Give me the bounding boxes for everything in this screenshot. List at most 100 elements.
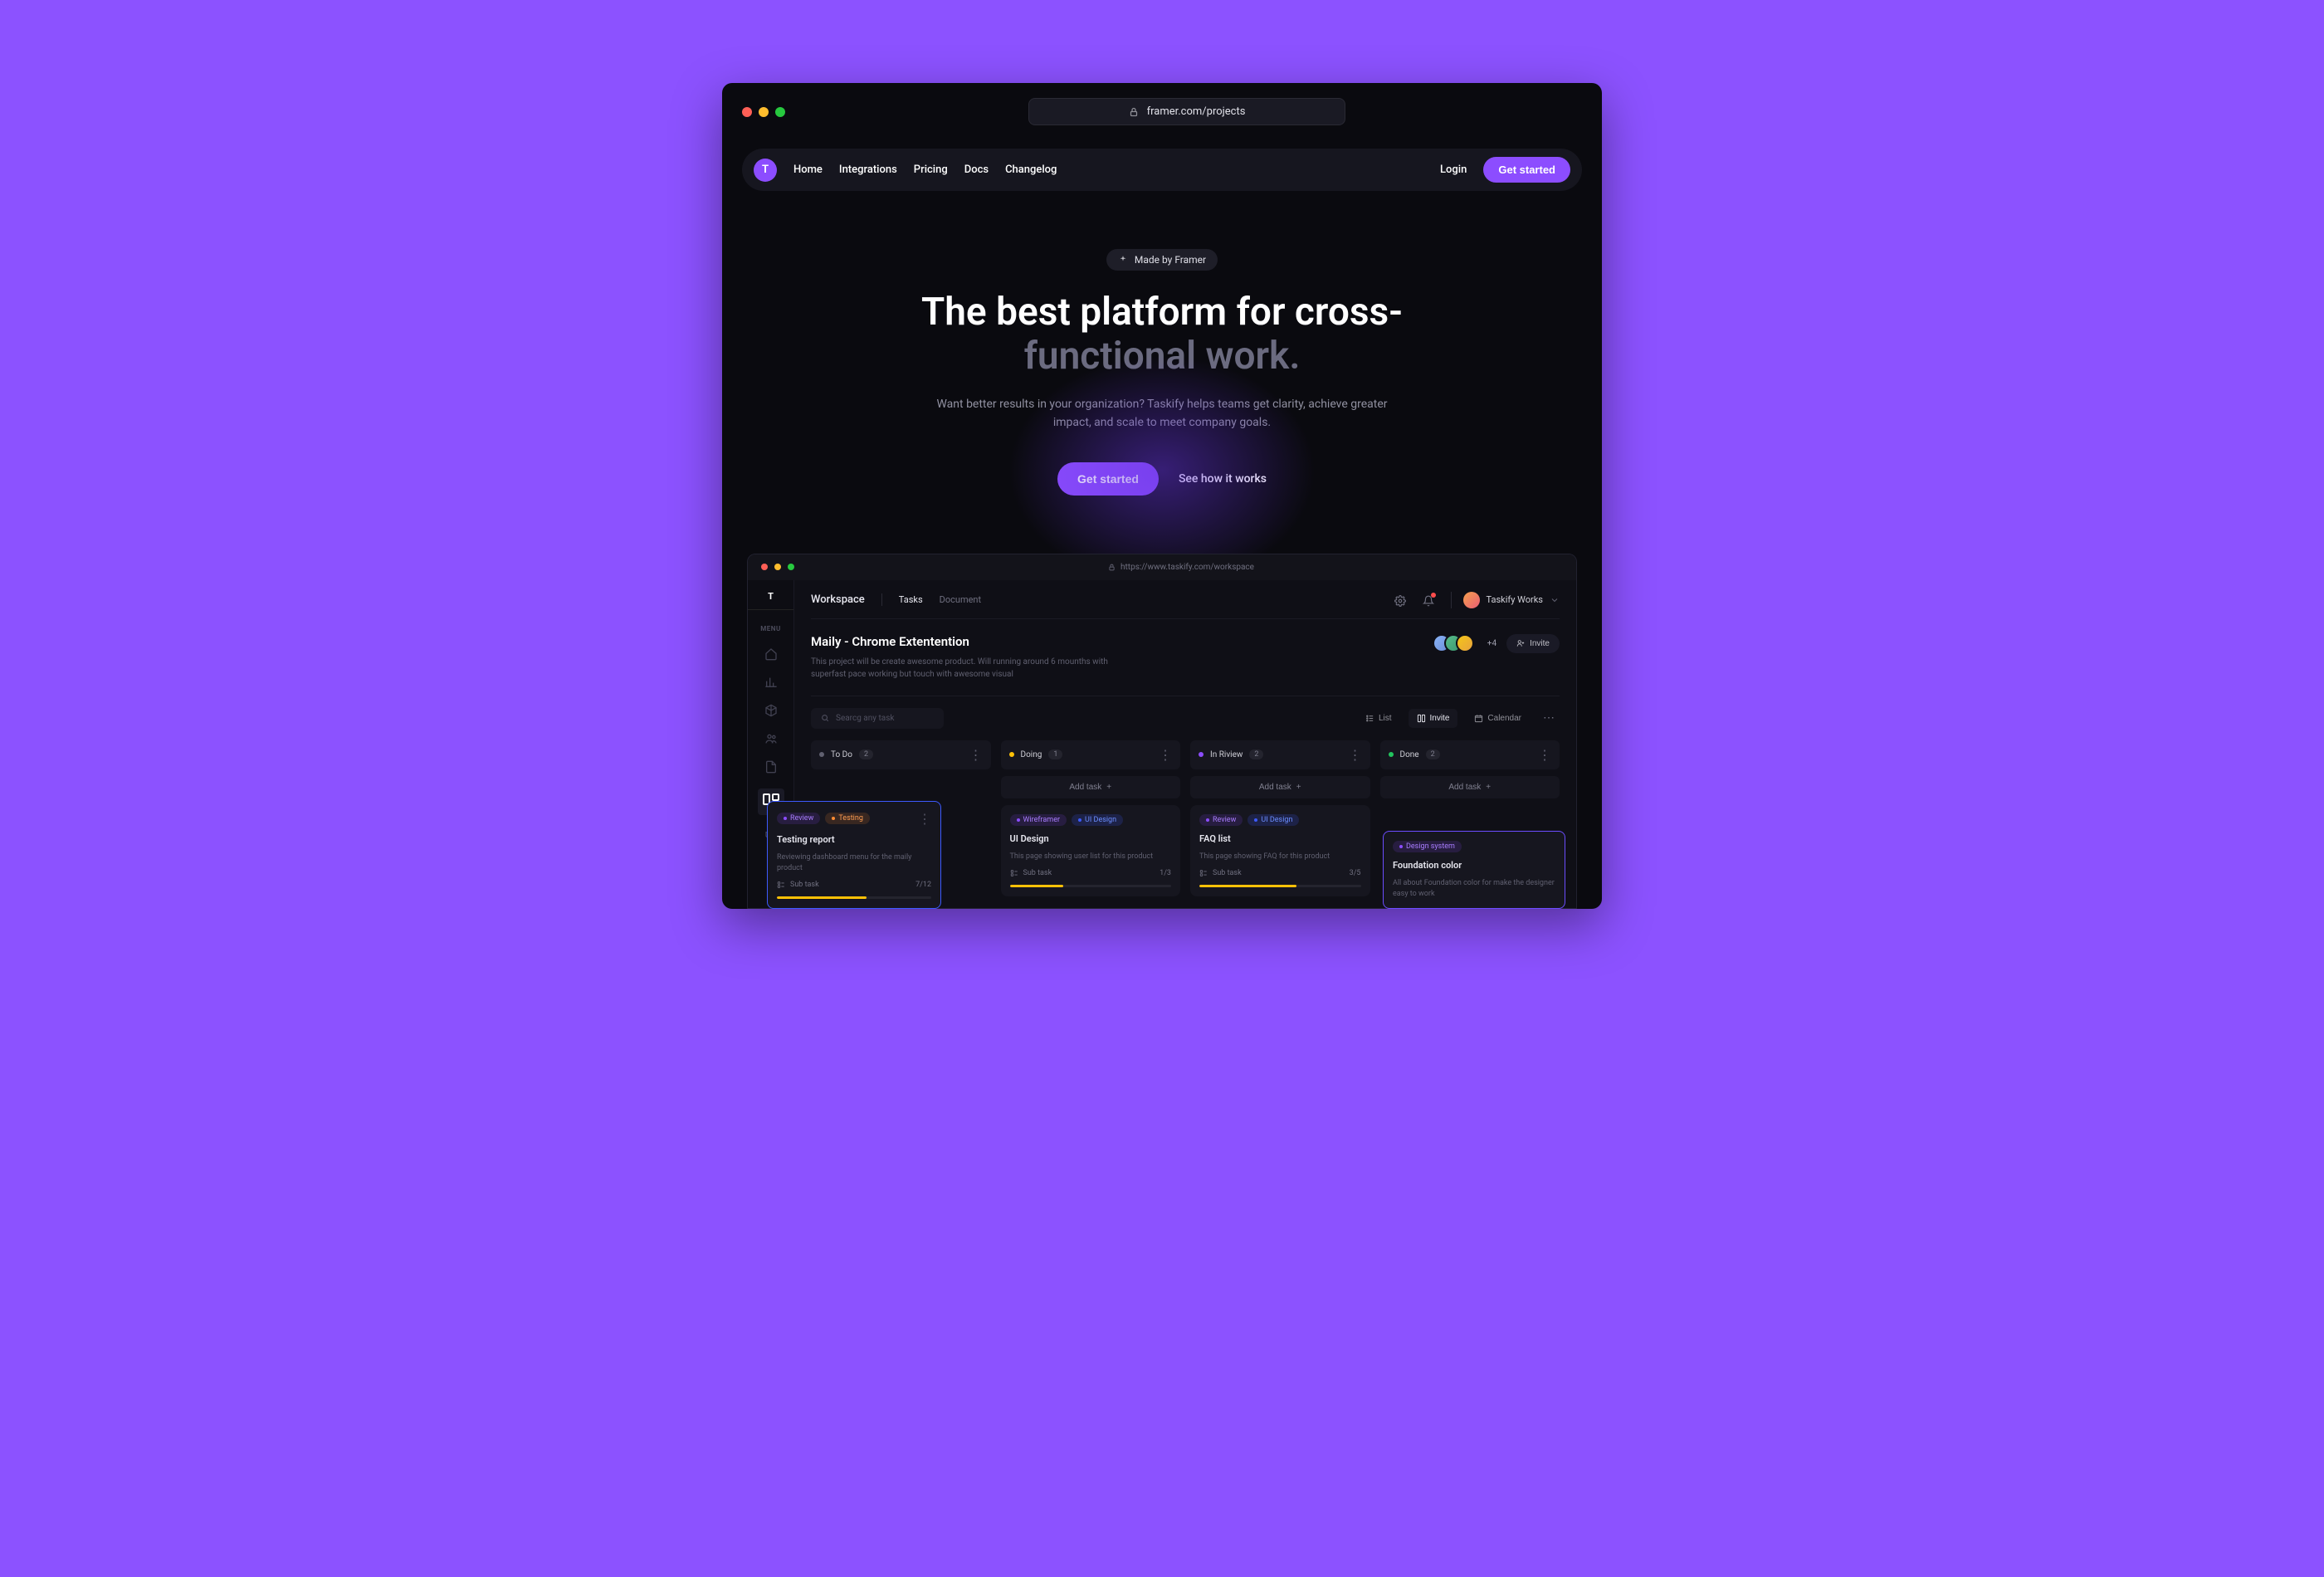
card-menu[interactable]: ⋮ [918, 811, 931, 827]
get-started-button[interactable]: Get started [1483, 157, 1570, 183]
column-header: Doing 1 ⋮ [1001, 740, 1181, 769]
hero-title: The best platform for cross- functional … [755, 290, 1569, 378]
chevron-down-icon [1550, 595, 1560, 605]
browser-url: framer.com/projects [1147, 105, 1246, 118]
people-icon[interactable] [764, 732, 778, 745]
add-task-button[interactable]: Add task + [1380, 776, 1560, 798]
task-card-foundation[interactable]: Design system Foundation color All about… [1383, 831, 1565, 909]
nav-link-integrations[interactable]: Integrations [839, 164, 897, 176]
task-card-ui-design[interactable]: Wireframer UI Design UI Design This page… [1001, 805, 1181, 897]
avatar-stack [1433, 634, 1474, 652]
address-bar[interactable]: framer.com/projects [1028, 98, 1346, 125]
close-window-button[interactable] [742, 107, 752, 117]
card-desc: This page showing FAQ for this product [1199, 852, 1361, 862]
lock-icon [1129, 107, 1139, 117]
column-menu[interactable]: ⋮ [1538, 747, 1551, 763]
inner-maximize-button[interactable] [788, 564, 794, 570]
floating-card-foundation: Design system Foundation color All about… [1383, 831, 1565, 909]
user-plus-icon [1516, 639, 1525, 647]
badge-text: Made by Framer [1135, 254, 1206, 266]
column-status-dot [1199, 752, 1204, 757]
bell-icon[interactable] [1423, 594, 1434, 606]
card-desc: All about Foundation color for make the … [1393, 878, 1555, 899]
minimize-window-button[interactable] [759, 107, 769, 117]
hero-title-line1: The best platform for cross- [921, 290, 1403, 334]
column-count: 2 [1426, 749, 1440, 759]
hero-get-started-button[interactable]: Get started [1057, 462, 1159, 496]
project-desc: This project will be create awesome prod… [811, 656, 1110, 681]
box-icon[interactable] [764, 704, 778, 717]
task-card-testing-report[interactable]: Review Testing ⋮ Testing report Reviewin… [767, 801, 941, 909]
invite-button[interactable]: Invite [1506, 634, 1560, 653]
workspace-title: Workspace [811, 593, 882, 606]
nav-link-pricing[interactable]: Pricing [914, 164, 948, 176]
hero-actions: Get started See how it works [755, 462, 1569, 496]
document-icon[interactable] [764, 760, 778, 774]
column-header: Done 2 ⋮ [1380, 740, 1560, 769]
calendar-icon [1474, 714, 1483, 723]
subtask-icon [777, 881, 785, 889]
project-section: Maily - Chrome Extentention This project… [811, 619, 1560, 696]
chart-icon[interactable] [764, 676, 778, 689]
inner-minimize-button[interactable] [774, 564, 781, 570]
home-icon[interactable] [764, 647, 778, 661]
column-menu[interactable]: ⋮ [1349, 747, 1362, 763]
browser-chrome: framer.com/projects [722, 83, 1602, 140]
traffic-lights [742, 107, 785, 117]
nav-link-home[interactable]: Home [793, 164, 823, 176]
inner-close-button[interactable] [761, 564, 768, 570]
add-task-button[interactable]: Add task + [1190, 776, 1370, 798]
card-desc: Reviewing dashboard menu for the maily p… [777, 852, 931, 873]
task-card-faq[interactable]: Review UI Design FAQ list This page show… [1190, 805, 1370, 897]
card-desc: This page showing user list for this pro… [1010, 852, 1172, 862]
floating-card-testing-report: Review Testing ⋮ Testing report Reviewin… [767, 801, 941, 909]
hero-title-line2: functional work. [1024, 334, 1301, 378]
subtask-label: Sub task [790, 881, 819, 889]
subtask-icon [1199, 869, 1208, 877]
nav-links: Home Integrations Pricing Docs Changelog [793, 164, 1057, 176]
hero-subtitle: Want better results in your organization… [930, 395, 1394, 432]
board-view-icon [1417, 714, 1426, 723]
search-icon [821, 714, 829, 722]
tag-ui-design: UI Design [1072, 814, 1123, 826]
column-count: 2 [859, 749, 873, 759]
progress-text: 7/12 [915, 881, 931, 889]
column-menu[interactable]: ⋮ [969, 747, 983, 763]
navbar: T Home Integrations Pricing Docs Changel… [742, 149, 1582, 191]
login-link[interactable]: Login [1440, 164, 1467, 176]
view-invite-button[interactable]: Invite [1409, 709, 1458, 728]
nav-link-docs[interactable]: Docs [964, 164, 989, 176]
project-title: Maily - Chrome Extentention [811, 634, 1433, 649]
tab-tasks[interactable]: Tasks [899, 594, 923, 605]
card-title: Foundation color [1393, 860, 1555, 871]
column-name: Done [1400, 750, 1419, 759]
view-list-button[interactable]: List [1357, 709, 1400, 728]
inner-traffic-lights [761, 564, 794, 570]
column-header: In Riview 2 ⋮ [1190, 740, 1370, 769]
inner-address-bar: https://www.taskify.com/workspace [1108, 563, 1254, 572]
progress-bar [1010, 885, 1172, 887]
column-menu[interactable]: ⋮ [1159, 747, 1172, 763]
settings-icon[interactable] [1394, 594, 1406, 606]
add-task-button[interactable]: Add task + [1001, 776, 1181, 798]
inner-logo[interactable]: T [748, 593, 793, 610]
subtask-label: Sub task [1023, 869, 1052, 877]
tab-document[interactable]: Document [940, 594, 981, 605]
tag-review: Review [1199, 814, 1243, 826]
more-button[interactable]: ⋯ [1538, 711, 1560, 725]
board-toolbar: Searcg any task List Invite Calendar [811, 696, 1560, 740]
maximize-window-button[interactable] [775, 107, 785, 117]
view-calendar-button[interactable]: Calendar [1466, 709, 1530, 728]
card-title: Testing report [777, 834, 931, 845]
search-input[interactable]: Searcg any task [811, 708, 944, 729]
see-how-it-works-link[interactable]: See how it works [1179, 472, 1267, 486]
nav-link-changelog[interactable]: Changelog [1005, 164, 1057, 176]
column-name: To Do [831, 750, 852, 759]
logo[interactable]: T [754, 159, 777, 182]
user-name: Taskify Works [1487, 594, 1543, 605]
inner-browser-chrome: https://www.taskify.com/workspace [748, 554, 1576, 580]
column-status-dot [819, 752, 824, 757]
user-chip[interactable]: Taskify Works [1451, 592, 1560, 608]
plus-icon: + [1296, 783, 1301, 792]
plus-icon: + [1106, 783, 1111, 792]
